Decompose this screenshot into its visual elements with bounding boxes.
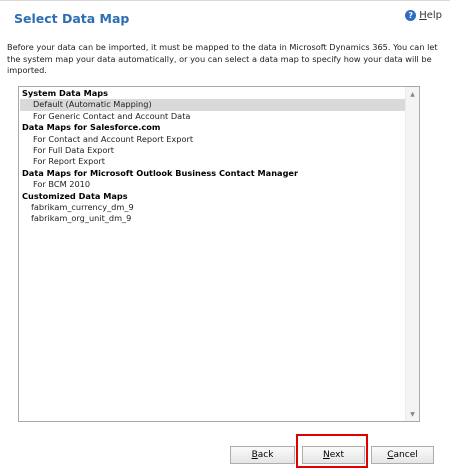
list-group-header: System Data Maps [22,88,108,98]
list-option[interactable]: fabrikam_currency_dm_9 [20,202,405,213]
scroll-up-icon[interactable]: ▲ [406,87,419,101]
list-option[interactable]: For BCM 2010 [20,179,405,190]
top-divider [0,0,450,1]
list-option[interactable]: For Generic Contact and Account Data [20,111,405,122]
vertical-scrollbar[interactable]: ▲ ▼ [405,87,419,421]
cancel-button-label: Cancel [387,450,418,460]
list-option[interactable]: For Report Export [20,156,405,167]
back-button[interactable]: Back [230,446,295,464]
cancel-button[interactable]: Cancel [371,446,434,464]
list-group-header: Data Maps for Microsoft Outlook Business… [22,167,299,178]
back-button-label: Back [251,450,274,460]
help-icon: ? [405,10,417,21]
next-button-label: Next [323,450,344,460]
next-button[interactable]: Next [302,446,365,464]
description-text: Before your data can be imported, it mus… [7,42,438,75]
data-map-listbox[interactable]: System Data Maps Default (Automatic Mappi… [18,86,420,422]
list-option[interactable]: For Full Data Export [20,145,405,156]
list-option[interactable]: Default (Automatic Mapping) [20,99,405,111]
list-group-header: Data Maps for Salesforce.com [22,122,161,133]
list-option[interactable]: fabrikam_org_unit_dm_9 [20,213,405,224]
scroll-down-icon[interactable]: ▼ [406,407,419,421]
data-map-list: System Data Maps Default (Automatic Mappi… [20,88,405,225]
list-group-header: Customized Data Maps [22,190,128,201]
help-link[interactable]: ? Help [405,10,442,21]
list-option[interactable]: For Contact and Account Report Export [20,134,405,145]
help-label: Help [419,10,442,21]
page-title: Select Data Map [14,11,130,26]
